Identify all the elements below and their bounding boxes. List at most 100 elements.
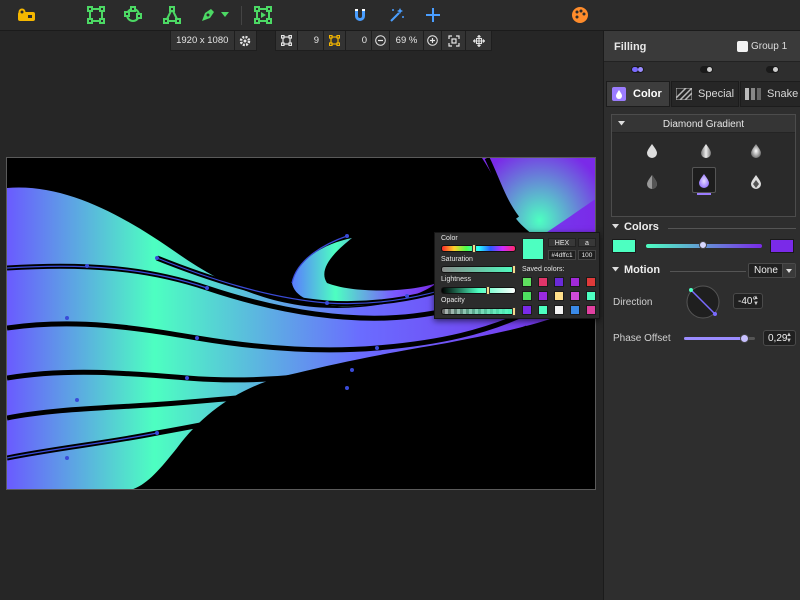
alpha-input[interactable]: 100 (578, 250, 596, 260)
lasso-select-icon[interactable] (121, 4, 145, 26)
colors-section-header[interactable]: Colors (604, 220, 800, 236)
colors-section-label: Colors (624, 221, 659, 233)
reflected-gradient-drop-icon[interactable] (696, 139, 716, 161)
phase-offset-slider[interactable] (684, 334, 755, 343)
tab-special-label: Special (698, 88, 735, 100)
saved-color-swatch[interactable] (554, 305, 564, 315)
saved-color-swatch[interactable] (538, 277, 548, 287)
droplet-icon (611, 87, 627, 101)
saturation-slider-thumb[interactable] (512, 265, 516, 274)
saturation-slider[interactable] (441, 265, 516, 274)
saved-color-swatch[interactable] (586, 291, 596, 301)
end-color-swatch[interactable] (770, 239, 794, 253)
hue-slider-thumb[interactable] (472, 244, 476, 253)
saved-color-swatch[interactable] (522, 305, 532, 315)
panel-header: Filling Group 1 (604, 31, 800, 62)
pen-tool-icon[interactable] (196, 4, 220, 26)
saved-color-swatch[interactable] (570, 277, 580, 287)
chevron-down-icon (782, 264, 795, 277)
saved-color-swatch[interactable] (554, 291, 564, 301)
toolbar-divider (241, 6, 242, 25)
canvas-size-label[interactable]: 1920 x 1080 (171, 35, 234, 46)
toggle-switch-1[interactable] (631, 66, 644, 73)
saturation-label: Saturation (441, 256, 473, 263)
direction-dial[interactable] (685, 284, 721, 320)
zoom-in-icon[interactable] (424, 30, 442, 51)
rectangle-select-icon[interactable] (84, 4, 108, 26)
alpha-label: a (578, 238, 596, 247)
magnet-icon[interactable] (348, 4, 372, 26)
panel-title: Filling (614, 41, 647, 53)
wave-artwork (7, 158, 595, 489)
properties-panel: Filling Group 1 Color Special Snake Diam… (603, 31, 800, 600)
direction-input[interactable]: -40° ▲ ▼ (733, 293, 763, 309)
tab-color[interactable]: Color (606, 81, 670, 107)
hex-input[interactable]: #4dffc1 (548, 250, 576, 260)
phase-offset-input[interactable]: 0,29 ▲ ▼ (763, 330, 796, 346)
saved-color-swatch[interactable] (522, 291, 532, 301)
saved-color-swatch[interactable] (554, 277, 564, 287)
chevron-down-icon[interactable] (218, 4, 232, 26)
direction-label: Direction (613, 297, 653, 308)
gradient-type-label: Diamond Gradient (662, 119, 745, 130)
triangle-select-icon[interactable] (160, 4, 184, 26)
zoom-out-icon[interactable] (372, 30, 390, 51)
frame-play-icon[interactable] (251, 4, 275, 26)
shape-gradient-drop-icon[interactable] (746, 170, 766, 192)
start-color-swatch[interactable] (612, 239, 636, 253)
color-picker-popup: Color Saturation Lightness Opacity HEX a… (434, 232, 600, 319)
palette-icon[interactable] (568, 4, 592, 26)
phase-offset-value: 0,29 (768, 332, 788, 344)
group-label: Group 1 (751, 41, 788, 52)
gradient-color-slider[interactable] (646, 241, 762, 249)
saved-color-swatch[interactable] (586, 305, 596, 315)
magic-wand-icon[interactable] (385, 4, 409, 26)
zoom-level[interactable]: 69 % (390, 30, 424, 51)
linear-gradient-drop-icon[interactable] (642, 139, 662, 161)
color-label: Color (441, 235, 458, 242)
current-color-swatch (522, 238, 544, 260)
collapse-arrow-icon (612, 224, 619, 229)
gradient-type-box: Diamond Gradient (611, 114, 796, 217)
pan-move-icon[interactable] (466, 31, 491, 51)
design-canvas[interactable] (6, 157, 596, 490)
logo-icon[interactable] (14, 4, 38, 26)
collapse-arrow-icon (612, 267, 619, 272)
tab-color-label: Color (633, 88, 662, 100)
settings-icon[interactable] (235, 35, 257, 47)
saved-colors-label: Saved colors: (522, 266, 565, 273)
gradient-type-dropdown[interactable]: Diamond Gradient (612, 115, 795, 133)
stripes-icon (676, 87, 692, 101)
diamond-gradient-drop-icon[interactable] (692, 167, 716, 195)
saved-color-swatch[interactable] (570, 291, 580, 301)
radial-gradient-drop-icon[interactable] (746, 139, 766, 161)
saved-color-swatch[interactable] (522, 277, 532, 287)
lightness-slider-thumb[interactable] (486, 286, 490, 295)
stepper-icon[interactable]: ▲ ▼ (786, 332, 792, 344)
tab-special[interactable]: Special (671, 81, 739, 107)
saved-color-swatch[interactable] (570, 305, 580, 315)
toggle-switch-2[interactable] (700, 66, 713, 73)
toggle-switch-3[interactable] (766, 66, 779, 73)
phase-offset-label: Phase Offset (613, 333, 671, 344)
fill-tabs: Color Special Snake (604, 81, 800, 107)
fit-screen-icon[interactable] (442, 30, 466, 51)
opacity-slider-thumb[interactable] (512, 307, 516, 316)
stepper-icon[interactable]: ▲ ▼ (753, 295, 759, 307)
group-checkbox[interactable] (737, 41, 748, 52)
crosshair-icon[interactable] (421, 4, 445, 26)
gradient-midpoint-thumb[interactable] (699, 241, 707, 249)
hex-label: HEX (548, 238, 576, 247)
phase-offset-thumb[interactable] (740, 334, 749, 343)
hue-slider[interactable] (441, 244, 516, 253)
rectangle-count: 9 (298, 30, 324, 51)
tab-snake[interactable]: Snake (740, 81, 800, 107)
saved-color-swatch[interactable] (538, 291, 548, 301)
saved-color-swatch[interactable] (586, 277, 596, 287)
motion-select-value: None (754, 265, 778, 276)
angle-gradient-drop-icon[interactable] (642, 170, 662, 192)
opacity-slider[interactable] (441, 307, 516, 316)
lightness-slider[interactable] (441, 286, 516, 295)
motion-select[interactable]: None (748, 263, 796, 278)
saved-color-swatch[interactable] (538, 305, 548, 315)
